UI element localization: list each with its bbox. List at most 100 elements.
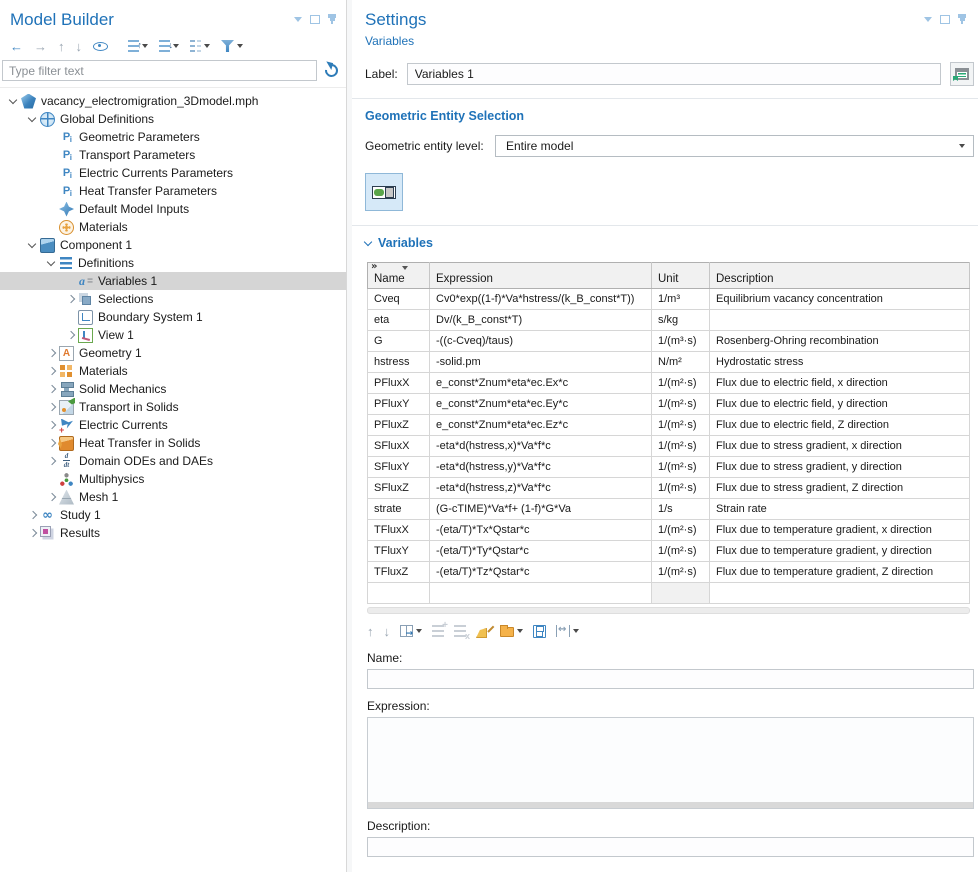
expand-chevron[interactable] — [44, 146, 59, 164]
panel-menu-caret-icon[interactable] — [924, 17, 932, 22]
tree-item[interactable]: Component 1 — [0, 236, 346, 254]
pin-icon[interactable] — [958, 14, 966, 24]
variables-section-header[interactable]: Variables — [352, 226, 978, 260]
expand-all-button[interactable] — [159, 40, 179, 52]
cell-description[interactable] — [710, 310, 970, 331]
cell-name[interactable]: SFluxZ — [368, 478, 430, 499]
expand-chevron[interactable] — [44, 164, 59, 182]
tree-item[interactable]: Electric Currents Parameters — [0, 164, 346, 182]
expand-chevron[interactable] — [63, 290, 78, 308]
refresh-icon[interactable] — [322, 61, 340, 79]
cell-expression[interactable]: -(eta/T)*Tz*Qstar*c — [430, 562, 652, 583]
cell-expression[interactable]: e_const*Znum*eta*ec.Ey*c — [430, 394, 652, 415]
cell-description[interactable]: Flux due to stress gradient, y direction — [710, 457, 970, 478]
cell-unit[interactable]: 1/(m²·s) — [652, 562, 710, 583]
cell-unit[interactable]: 1/(m²·s) — [652, 541, 710, 562]
pin-icon[interactable] — [328, 14, 336, 24]
expand-chevron[interactable] — [44, 254, 59, 272]
add-row-button[interactable] — [432, 625, 444, 637]
tree-item[interactable]: Global Definitions — [0, 110, 346, 128]
expand-chevron[interactable] — [44, 488, 59, 506]
tree-item[interactable]: Multiphysics — [0, 470, 346, 488]
tree-item[interactable]: vacancy_electromigration_3Dmodel.mph — [0, 92, 346, 110]
cell-unit[interactable]: s/kg — [652, 310, 710, 331]
tree-item[interactable]: Materials — [0, 362, 346, 380]
column-header-description[interactable]: Description — [710, 263, 970, 289]
row-move-up-button[interactable]: ↑ — [367, 625, 374, 638]
tree-item[interactable]: Domain ODEs and DAEs — [0, 452, 346, 470]
cell-expression[interactable]: e_const*Znum*eta*ec.Ex*c — [430, 373, 652, 394]
cell-name[interactable] — [368, 583, 430, 604]
tree-item[interactable]: Heat Transfer in Solids — [0, 434, 346, 452]
cell-name[interactable]: PFluxY — [368, 394, 430, 415]
tree-item[interactable]: View 1 — [0, 326, 346, 344]
tree-filter-input[interactable] — [2, 60, 317, 81]
model-tree-nodes-button[interactable] — [190, 40, 210, 52]
cell-expression[interactable]: -(eta/T)*Tx*Qstar*c — [430, 520, 652, 541]
expand-chevron[interactable] — [44, 200, 59, 218]
float-window-icon[interactable] — [940, 15, 950, 24]
cell-unit[interactable]: 1/(m²·s) — [652, 457, 710, 478]
column-header-expression[interactable]: Expression — [430, 263, 652, 289]
cell-expression[interactable]: (G-cTIME)*Va*f+ (1-f)*G*Va — [430, 499, 652, 520]
cell-name[interactable]: hstress — [368, 352, 430, 373]
cell-unit[interactable]: 1/(m²·s) — [652, 415, 710, 436]
cell-description[interactable]: Flux due to stress gradient, x direction — [710, 436, 970, 457]
forward-button[interactable]: → — [34, 40, 47, 53]
expand-chevron[interactable] — [25, 506, 40, 524]
expand-chevron[interactable] — [44, 452, 59, 470]
cell-name[interactable]: TFluxY — [368, 541, 430, 562]
tree-item[interactable]: Electric Currents — [0, 416, 346, 434]
clear-table-button[interactable] — [476, 624, 490, 638]
description-input[interactable] — [367, 837, 974, 857]
float-window-icon[interactable] — [310, 15, 320, 24]
back-button[interactable]: ← — [10, 40, 23, 53]
collapse-expand-button[interactable] — [128, 40, 148, 52]
cell-description[interactable] — [710, 583, 970, 604]
expand-chevron[interactable] — [44, 218, 59, 236]
tree-item[interactable]: Variables 1 — [0, 272, 346, 290]
tree-item[interactable]: Transport in Solids — [0, 398, 346, 416]
cell-unit[interactable]: 1/(m²·s) — [652, 478, 710, 499]
cell-description[interactable]: Flux due to electric field, y direction — [710, 394, 970, 415]
cell-expression[interactable]: Cv0*exp((1-f)*Va*hstress/(k_B_const*T)) — [430, 289, 652, 310]
tree-item[interactable]: Boundary System 1 — [0, 308, 346, 326]
cell-expression[interactable]: -((c-Cveq)/taus) — [430, 331, 652, 352]
cell-description[interactable]: Flux due to electric field, x direction — [710, 373, 970, 394]
expand-chevron[interactable] — [44, 128, 59, 146]
tree-item[interactable]: Selections — [0, 290, 346, 308]
expand-chevron[interactable] — [44, 344, 59, 362]
active-selection-toggle-button[interactable] — [365, 173, 403, 211]
cell-name[interactable]: eta — [368, 310, 430, 331]
filter-button[interactable] — [221, 40, 243, 52]
cell-name[interactable]: PFluxX — [368, 373, 430, 394]
cell-unit[interactable]: 1/(m²·s) — [652, 373, 710, 394]
tree-item[interactable]: Results — [0, 524, 346, 542]
cell-expression[interactable] — [430, 583, 652, 604]
cell-name[interactable]: TFluxX — [368, 520, 430, 541]
expression-textarea[interactable] — [367, 717, 974, 809]
cell-description[interactable]: Strain rate — [710, 499, 970, 520]
cell-description[interactable]: Flux due to temperature gradient, y dire… — [710, 541, 970, 562]
tree-item[interactable]: Default Model Inputs — [0, 200, 346, 218]
cell-name[interactable]: G — [368, 331, 430, 352]
load-from-file-button[interactable] — [500, 625, 523, 637]
row-move-down-button[interactable]: ↓ — [384, 625, 391, 638]
label-settings-button[interactable] — [950, 62, 974, 86]
cell-name[interactable]: SFluxX — [368, 436, 430, 457]
cell-expression[interactable]: -(eta/T)*Ty*Qstar*c — [430, 541, 652, 562]
expand-chevron[interactable] — [63, 326, 78, 344]
expand-chevron[interactable] — [25, 110, 40, 128]
tree-item[interactable]: Transport Parameters — [0, 146, 346, 164]
cell-unit[interactable]: 1/m³ — [652, 289, 710, 310]
column-header-unit[interactable]: Unit — [652, 263, 710, 289]
cell-description[interactable]: Flux due to stress gradient, Z direction — [710, 478, 970, 499]
tree-item[interactable]: Mesh 1 — [0, 488, 346, 506]
expand-chevron[interactable] — [44, 398, 59, 416]
delete-row-button[interactable] — [454, 625, 466, 637]
cell-expression[interactable]: -eta*d(hstress,z)*Va*f*c — [430, 478, 652, 499]
save-to-file-button[interactable] — [533, 625, 546, 638]
tree-item[interactable]: Materials — [0, 218, 346, 236]
label-input[interactable] — [407, 63, 941, 85]
expand-chevron[interactable] — [44, 434, 59, 452]
